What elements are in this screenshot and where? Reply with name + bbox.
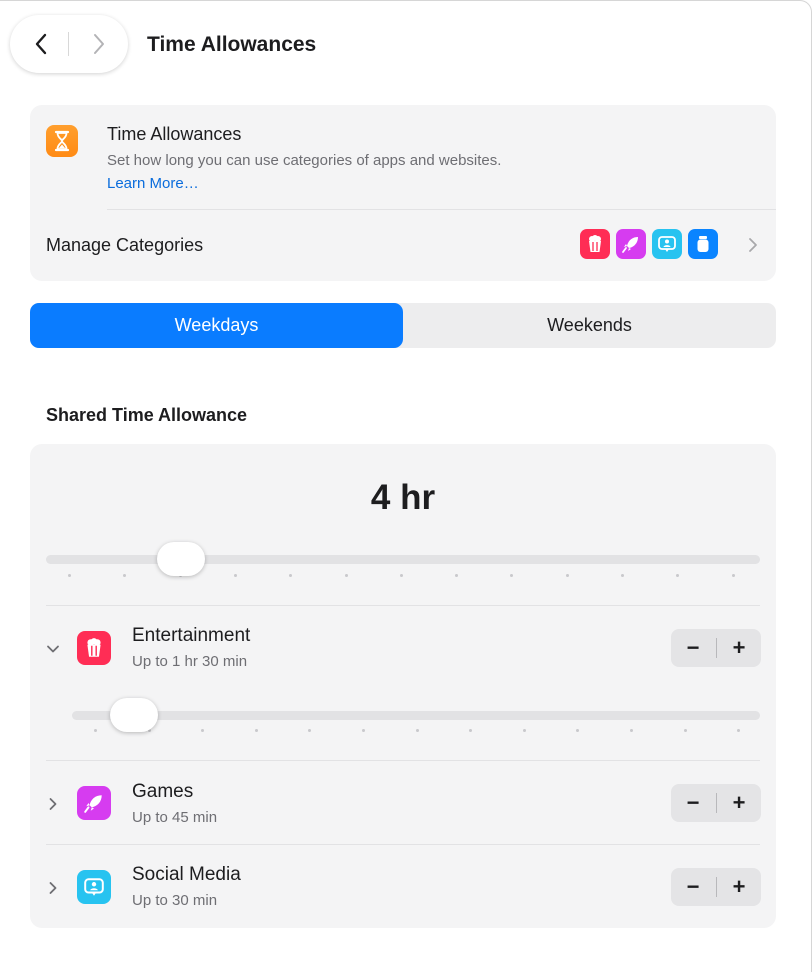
category-name: Games xyxy=(132,781,194,802)
chevron-right-icon[interactable] xyxy=(46,881,60,895)
slider-tick xyxy=(308,729,312,732)
page-title: Time Allowances xyxy=(147,33,317,56)
chevron-right-icon xyxy=(94,34,104,54)
slider-tick xyxy=(565,574,569,577)
slider-tick xyxy=(576,729,580,732)
hourglass-icon xyxy=(46,125,78,157)
chat-person-icon xyxy=(652,229,682,259)
nav-separator xyxy=(68,32,69,56)
category-icons xyxy=(580,229,718,259)
chat-person-icon xyxy=(77,870,111,904)
slider-tick xyxy=(344,574,348,577)
category-limit: Up to 1 hr 30 min xyxy=(132,653,248,670)
jar-icon xyxy=(688,229,718,259)
slider-tick xyxy=(630,729,633,732)
section-title: Shared Time Allowance xyxy=(46,405,248,425)
forward-button[interactable] xyxy=(86,31,112,57)
tab-weekends[interactable]: Weekends xyxy=(403,303,776,348)
category-limit: Up to 30 min xyxy=(132,892,218,909)
time-allowances-info-card: Time Allowances Set how long you can use… xyxy=(30,105,776,281)
divider xyxy=(107,209,776,210)
rocket-icon xyxy=(77,786,111,820)
decrement-button[interactable]: − xyxy=(671,629,715,667)
divider xyxy=(46,844,760,845)
settings-window: Time Allowances Time Allowances Set how … xyxy=(0,0,812,972)
weekday-weekend-segmented-control: Weekdays Weekends xyxy=(30,303,776,348)
rocket-icon xyxy=(616,229,646,259)
increment-button[interactable]: + xyxy=(717,784,761,822)
slider-tick xyxy=(94,729,97,732)
chevron-left-icon xyxy=(35,33,47,55)
back-button[interactable] xyxy=(28,31,54,57)
learn-more-link[interactable]: Learn More… xyxy=(107,175,199,192)
decrement-button[interactable]: − xyxy=(671,784,715,822)
slider-track xyxy=(72,711,760,720)
divider xyxy=(46,605,760,606)
decrement-button[interactable]: − xyxy=(671,868,715,906)
chevron-right-icon[interactable] xyxy=(46,797,60,811)
entertainment-stepper: − + xyxy=(671,629,761,667)
tab-weekdays[interactable]: Weekdays xyxy=(30,303,403,348)
slider-track xyxy=(46,555,760,564)
increment-button[interactable]: + xyxy=(717,629,761,667)
slider-tick xyxy=(233,574,237,577)
navigation-pill xyxy=(10,15,128,73)
slider-tick xyxy=(201,729,205,732)
games-stepper: − + xyxy=(671,784,761,822)
shared-time-allowance-card: 4 hr Entertainment Up to 1 hr 30 min − +… xyxy=(30,444,776,928)
slider-tick xyxy=(522,729,526,732)
slider-tick xyxy=(415,729,419,732)
slider-tick xyxy=(362,729,365,732)
slider-tick xyxy=(683,729,687,732)
popcorn-icon xyxy=(77,631,111,665)
slider-tick xyxy=(123,574,127,577)
slider-tick xyxy=(737,729,741,732)
slider-thumb[interactable] xyxy=(110,698,158,732)
manage-categories-label: Manage Categories xyxy=(46,235,204,255)
slider-tick xyxy=(676,574,680,577)
increment-button[interactable]: + xyxy=(717,868,761,906)
slider-tick xyxy=(289,574,293,577)
chevron-down-icon[interactable] xyxy=(46,642,60,656)
social-media-stepper: − + xyxy=(671,868,761,906)
info-description: Set how long you can use categories of a… xyxy=(107,152,502,169)
slider-tick xyxy=(68,574,71,577)
slider-tick xyxy=(621,574,624,577)
popcorn-icon xyxy=(580,229,610,259)
slider-tick xyxy=(469,729,473,732)
slider-tick xyxy=(731,574,735,577)
slider-thumb[interactable] xyxy=(157,542,205,576)
slider-tick xyxy=(254,729,258,732)
chevron-right-icon xyxy=(748,237,758,258)
info-title: Time Allowances xyxy=(107,124,242,144)
category-name: Social Media xyxy=(132,864,241,885)
shared-allowance-value: 4 hr xyxy=(370,478,436,517)
slider-tick xyxy=(455,574,459,577)
divider xyxy=(46,760,760,761)
category-limit: Up to 45 min xyxy=(132,809,218,826)
slider-tick xyxy=(510,574,514,577)
category-name: Entertainment xyxy=(132,625,251,646)
slider-tick xyxy=(399,574,403,577)
